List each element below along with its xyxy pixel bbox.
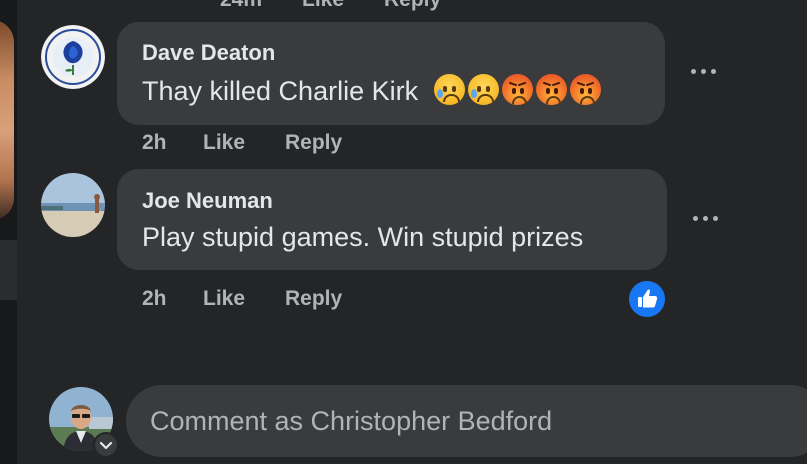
- chevron-down-icon: [99, 441, 113, 450]
- comment-time[interactable]: 2h: [142, 287, 167, 311]
- beach-photo-icon: [41, 173, 105, 237]
- thumbs-up-icon: [638, 289, 658, 308]
- more-options-icon[interactable]: [693, 216, 719, 224]
- angry-face-icon: [535, 74, 567, 105]
- comment-time[interactable]: 2h: [142, 131, 167, 155]
- comment-bubble: Dave Deaton Thay killed Charlie Kirk: [117, 22, 665, 125]
- partial-panel: [0, 240, 17, 300]
- like-link[interactable]: Like: [203, 131, 245, 155]
- angry-face-icon: [569, 74, 601, 105]
- like-link[interactable]: Like: [203, 287, 245, 311]
- comment-author[interactable]: Dave Deaton: [142, 40, 275, 66]
- previous-like-link[interactable]: Like: [302, 0, 344, 12]
- reply-link[interactable]: Reply: [285, 131, 342, 155]
- comment-bubble: Joe Neuman Play stupid games. Win stupid…: [117, 169, 667, 270]
- partial-photo: [0, 20, 14, 220]
- account-switcher-button[interactable]: [93, 432, 119, 458]
- left-edge-photo: [0, 0, 17, 464]
- angry-face-icon: [501, 74, 533, 105]
- comment-input[interactable]: [150, 385, 790, 457]
- comment-text: Thay killed Charlie Kirk: [142, 74, 601, 107]
- crying-face-icon: [467, 74, 499, 105]
- previous-comment-actions: 24m Like Reply: [0, 0, 807, 11]
- joe-neuman-avatar[interactable]: [41, 173, 105, 237]
- comment-text-content: Thay killed Charlie Kirk: [142, 76, 419, 106]
- comment-composer: [126, 385, 807, 457]
- previous-comment-time: 24m: [220, 0, 262, 12]
- previous-reply-link[interactable]: Reply: [384, 0, 441, 12]
- more-options-icon[interactable]: [691, 69, 717, 77]
- dave-deaton-avatar[interactable]: [41, 25, 105, 89]
- crying-face-icon: [433, 74, 465, 105]
- rose-emblem-icon: [41, 25, 105, 89]
- comment-text: Play stupid games. Win stupid prizes: [142, 222, 584, 252]
- like-reaction-icon[interactable]: [627, 279, 667, 319]
- comment-author[interactable]: Joe Neuman: [142, 188, 273, 214]
- reply-link[interactable]: Reply: [285, 287, 342, 311]
